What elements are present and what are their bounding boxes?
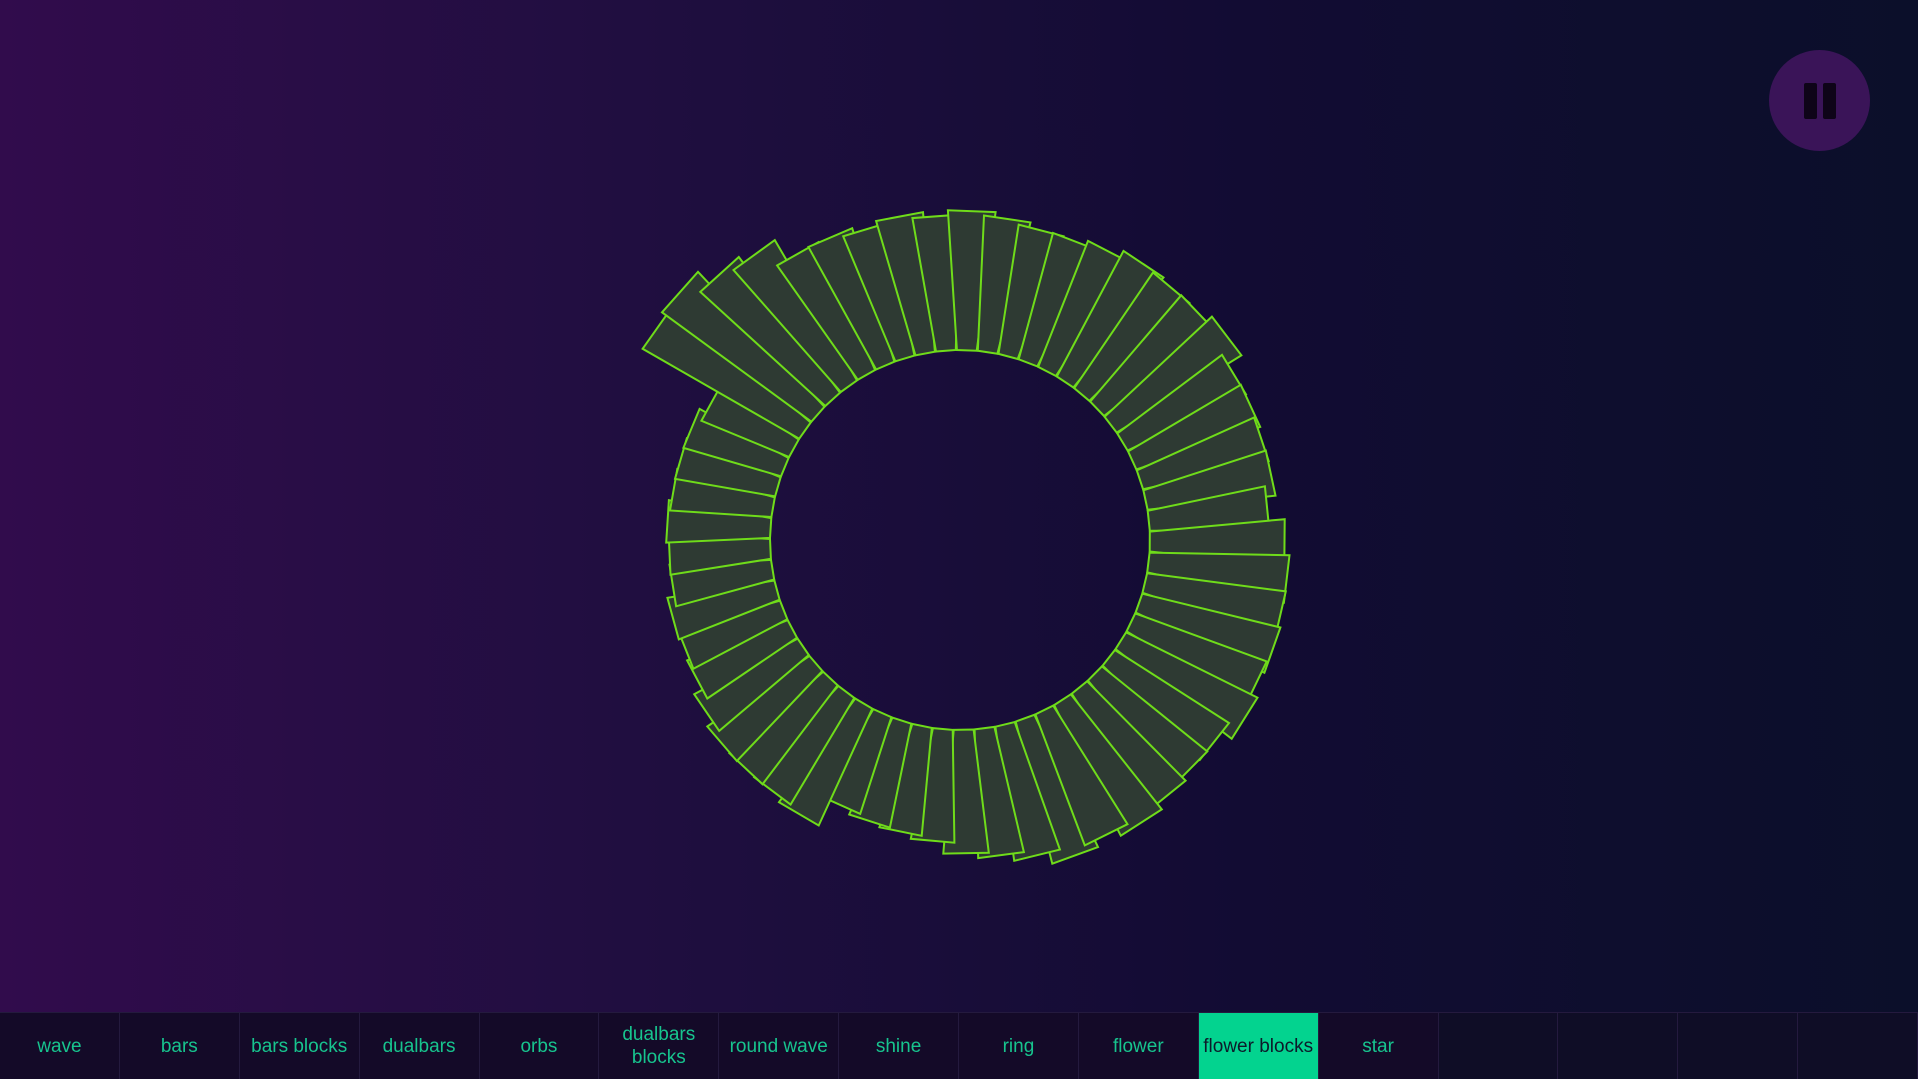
tab-empty-slot	[1798, 1012, 1918, 1079]
tab-shine[interactable]: shine	[839, 1012, 959, 1079]
tab-flower-blocks[interactable]: flower blocks	[1198, 1012, 1319, 1079]
pause-button[interactable]	[1769, 50, 1870, 151]
tab-star[interactable]: star	[1318, 1012, 1439, 1079]
pause-icon	[1801, 82, 1839, 119]
tab-bars[interactable]: bars	[119, 1012, 240, 1079]
tab-round-wave[interactable]: round wave	[719, 1012, 840, 1079]
tab-dualbars-blocks[interactable]: dualbars blocks	[599, 1012, 720, 1079]
tab-wave[interactable]: wave	[0, 1012, 120, 1079]
tab-empty-slot	[1558, 1012, 1679, 1079]
tab-dualbars[interactable]: dualbars	[359, 1012, 480, 1079]
tab-flower[interactable]: flower	[1078, 1012, 1199, 1079]
tab-orbs[interactable]: orbs	[479, 1012, 600, 1079]
tab-empty-slot	[1438, 1012, 1559, 1079]
tab-empty-slot	[1678, 1012, 1799, 1079]
tab-ring[interactable]: ring	[959, 1012, 1079, 1079]
flower-blocks-visualizer	[641, 209, 1291, 866]
tab-bars-blocks[interactable]: bars blocks	[239, 1012, 360, 1079]
visualizer-mode-tabs: wave bars bars blocks dualbars orbs dual…	[0, 1012, 1918, 1079]
